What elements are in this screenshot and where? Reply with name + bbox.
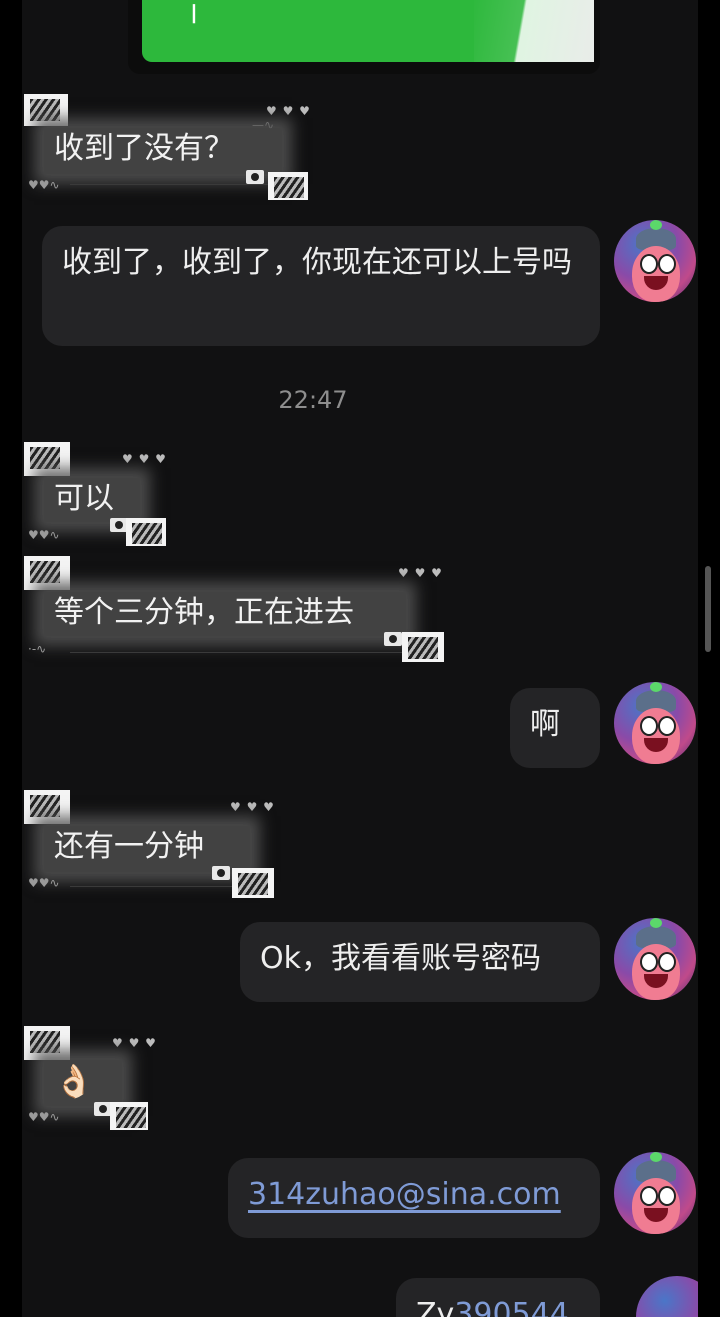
hearts-icon: ♥ ♥ ♥ [398, 566, 443, 580]
eye-icon [640, 254, 658, 274]
message-text: 啊 [530, 707, 560, 742]
timestamp: 22:47 [278, 386, 348, 414]
message-bubble-right[interactable]: Zy390544 [396, 1278, 600, 1317]
email-link[interactable]: 314zuhao@sina.com [248, 1177, 561, 1212]
message-bubble-left[interactable]: 👌🏻 [44, 1060, 122, 1106]
ok-hand-emoji: 👌🏻 [54, 1062, 94, 1100]
message-bubble-right[interactable]: 314zuhao@sina.com [228, 1158, 600, 1238]
hearts-icon: ♥ ♥ ♥ [112, 1036, 157, 1050]
message-bubble-right[interactable]: 收到了，收到了，你现在还可以上号吗 [42, 226, 600, 346]
message-bubble-left[interactable]: 可以 [44, 478, 140, 522]
heartline-icon: ♥♥∿ [28, 876, 60, 890]
eye-icon [658, 952, 676, 972]
hearts-icon: ♥ ♥ ♥ [230, 800, 275, 814]
patrick-star-avatar[interactable] [614, 1152, 696, 1234]
sticker-frame-icon [110, 1102, 148, 1130]
eye-icon [658, 1186, 676, 1206]
message-bubble-left[interactable]: 等个三分钟，正在进去 [44, 592, 406, 636]
image-glyph: 丨 [184, 2, 204, 26]
eye-icon [658, 716, 676, 736]
image-stripe [474, 0, 594, 62]
heartline-icon: ·-∿ [28, 642, 47, 656]
tag-icon [384, 632, 402, 646]
face-icon [632, 246, 680, 302]
eye-icon [658, 254, 676, 274]
tag-icon [246, 170, 264, 184]
eye-icon [640, 1186, 658, 1206]
scrollbar[interactable] [705, 566, 711, 652]
message-text: 可以 [54, 481, 114, 516]
sprout-icon [650, 220, 662, 230]
face-icon [632, 944, 680, 1000]
sticker-frame-icon [232, 868, 274, 898]
heartline-icon: ♥♥∿ [28, 178, 60, 192]
sticker-frame-icon [24, 1026, 70, 1060]
message-text: Ok，我看看账号密码 [260, 941, 541, 976]
patrick-star-avatar[interactable] [614, 682, 696, 764]
eye-icon [640, 716, 658, 736]
message-text: Zy [416, 1297, 455, 1317]
message-bubble-left[interactable]: 收到了没有？ [44, 128, 282, 174]
face-icon [632, 708, 680, 764]
frame-line [70, 184, 290, 185]
frame-line [70, 652, 410, 653]
patrick-star-avatar[interactable] [614, 918, 696, 1000]
face-icon [632, 1178, 680, 1234]
heartline-icon: ♥♥∿ [28, 528, 60, 542]
message-bubble-right[interactable]: Ok，我看看账号密码 [240, 922, 600, 1002]
sticker-frame-icon [402, 632, 444, 662]
screenshot-image: 丨 [142, 0, 594, 62]
message-text: 等个三分钟，正在进去 [54, 595, 354, 630]
message-text: 收到了，收到了，你现在还可以上号吗 [62, 245, 572, 280]
heartline-icon: ♥♥∿ [28, 1110, 60, 1124]
patrick-star-avatar[interactable] [636, 1276, 698, 1317]
message-text: 收到了没有？ [54, 131, 234, 166]
sticker-frame-icon [24, 790, 70, 824]
tag-icon [212, 866, 230, 880]
sticker-frame-icon [24, 442, 70, 476]
number-link[interactable]: 390544 [454, 1297, 569, 1317]
sticker-frame-icon [126, 518, 166, 546]
sticker-frame-icon [24, 556, 70, 590]
hearts-icon: ♥ ♥ ♥ [122, 452, 167, 466]
message-bubble-right[interactable]: 啊 [510, 688, 600, 768]
message-text: 还有一分钟 [54, 829, 204, 864]
sprout-icon [650, 1152, 662, 1162]
eye-icon [640, 952, 658, 972]
sticker-frame-icon [268, 172, 308, 200]
patrick-star-avatar[interactable] [614, 220, 696, 302]
sprout-icon [650, 918, 662, 928]
hearts-icon: ♥ ♥ ♥ [266, 104, 311, 118]
image-message[interactable]: 丨 [128, 0, 600, 74]
chat-view[interactable]: 丨 ♥ ♥ ♥ —∿ 收到了没有？ ♥♥∿ 收到了，收到了，你现在还可以上号吗 … [22, 0, 698, 1317]
sticker-frame-icon [24, 94, 68, 126]
sprout-icon [650, 682, 662, 692]
